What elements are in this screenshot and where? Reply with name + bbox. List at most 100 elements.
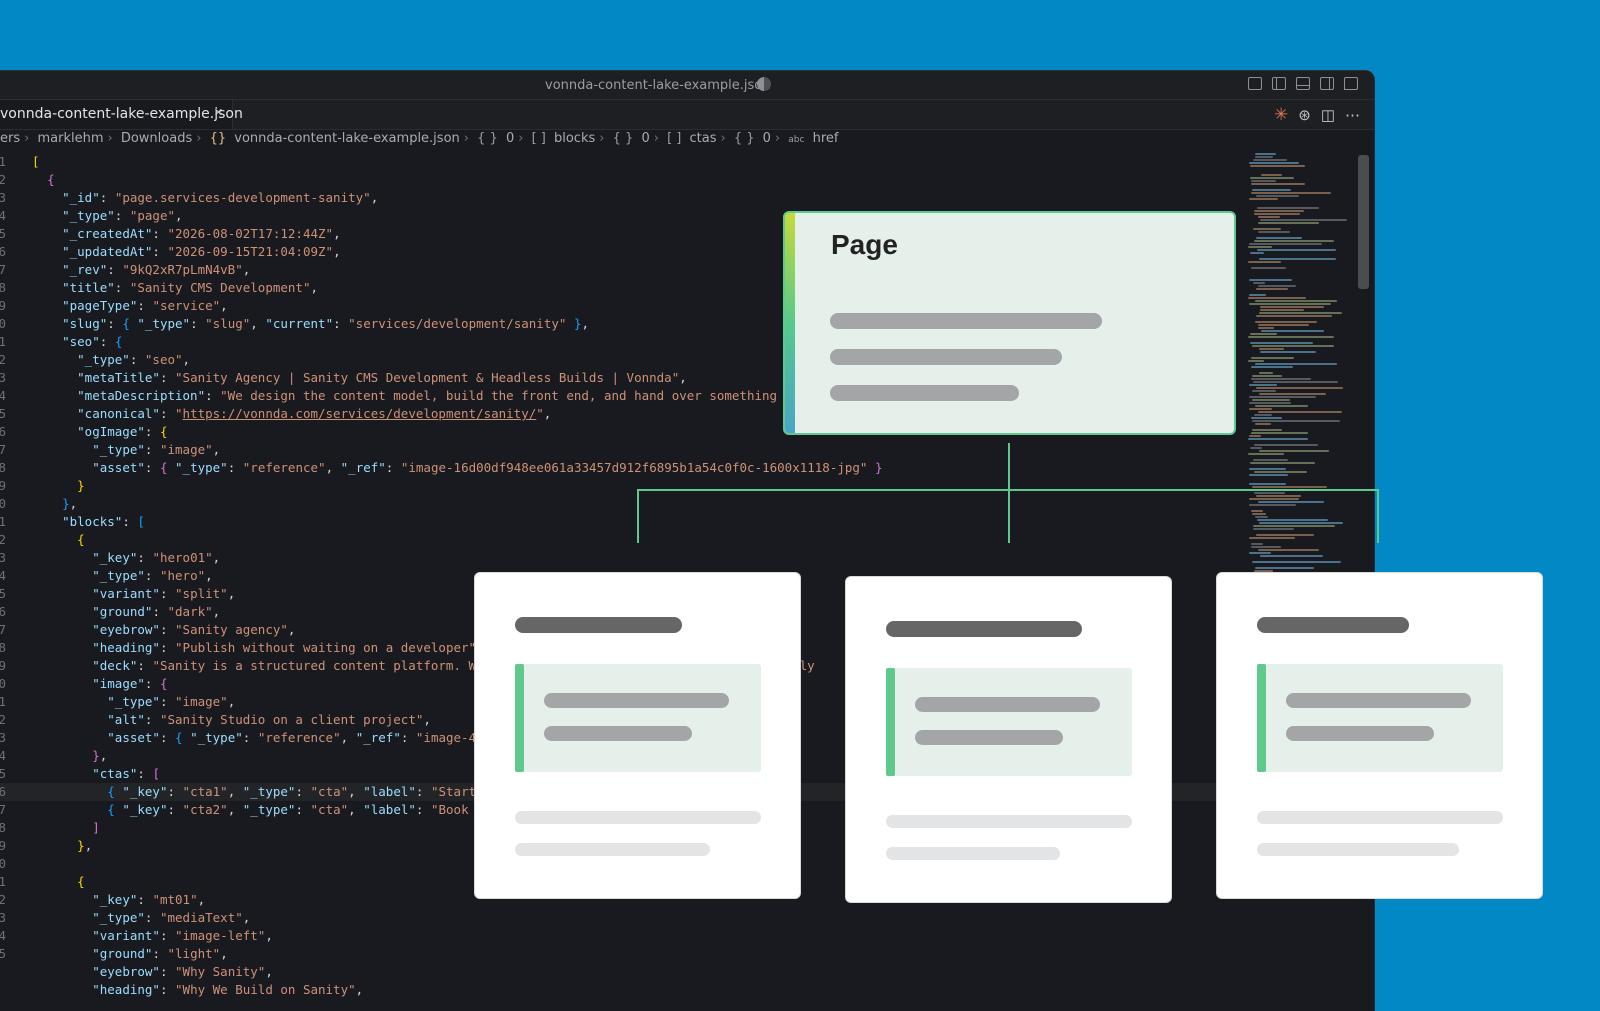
- block-card-stripe: [1257, 664, 1266, 772]
- minimap-row: [1252, 390, 1276, 392]
- minimap-row: [1251, 543, 1263, 545]
- openai-icon[interactable]: ⊛: [1298, 106, 1311, 124]
- block-card: [474, 572, 801, 899]
- chat-icon[interactable]: [1344, 77, 1358, 90]
- close-icon[interactable]: ×: [214, 104, 223, 121]
- block-card-stripe: [886, 668, 895, 776]
- line-number: 1: [0, 513, 6, 531]
- minimap-row: [1254, 240, 1334, 242]
- code-line: 7 "_type": "image",: [0, 441, 1234, 459]
- minimap-row: [1252, 375, 1282, 377]
- minimap-row: [1259, 312, 1342, 314]
- breadcrumb-item[interactable]: href: [813, 131, 839, 146]
- breadcrumb-item[interactable]: Downloads: [121, 131, 192, 146]
- breadcrumb-item[interactable]: marklehm: [37, 131, 103, 146]
- line-number: 1: [0, 873, 6, 891]
- minimap-row: [1249, 498, 1299, 500]
- toggle-primary-sidebar-icon[interactable]: [1272, 77, 1286, 90]
- minimap-row: [1252, 513, 1266, 515]
- placeholder-bar: [915, 730, 1063, 745]
- tab-json-file[interactable]: vonnda-content-lake-example.json ×: [0, 100, 243, 129]
- tab-label: vonnda-content-lake-example.json: [0, 106, 243, 122]
- code-line: 3 "_type": "mediaText",: [0, 909, 1234, 927]
- minimap-row: [1255, 516, 1268, 518]
- minimap-row: [1248, 261, 1281, 263]
- line-number: 8: [0, 819, 6, 837]
- customize-layout-icon[interactable]: [1248, 77, 1262, 90]
- minimap-row: [1259, 450, 1329, 452]
- minimap-row: [1258, 285, 1296, 287]
- line-number: 6: [0, 603, 6, 621]
- split-editor-icon[interactable]: ◫: [1321, 106, 1335, 124]
- minimap-row: [1249, 279, 1292, 281]
- minimap-row: [1254, 414, 1272, 416]
- minimap-row: [1252, 345, 1334, 347]
- minimap-row: [1249, 504, 1296, 506]
- minimap-row: [1249, 552, 1271, 554]
- line-number: 3: [0, 549, 6, 567]
- minimap-row: [1252, 420, 1340, 422]
- minimap-row: [1249, 198, 1278, 200]
- toggle-panel-icon[interactable]: [1296, 77, 1310, 90]
- page-node-title: Page: [831, 229, 898, 260]
- minimap-row: [1255, 156, 1273, 158]
- minimap-row: [1259, 372, 1273, 374]
- line-number: 4: [0, 207, 6, 225]
- line-number: 3: [0, 189, 6, 207]
- copilot-icon[interactable]: [757, 77, 771, 91]
- scrollbar-thumb[interactable]: [1358, 155, 1369, 289]
- code-line: 8 "asset": { "_type": "reference", "_ref…: [0, 459, 1234, 477]
- minimap-row: [1258, 501, 1324, 503]
- layout-controls: [1248, 77, 1358, 90]
- minimap-row: [1257, 207, 1319, 209]
- minimap-row: [1250, 447, 1262, 449]
- block-card-heading: [886, 621, 1082, 637]
- breadcrumb-item[interactable]: 0: [506, 131, 514, 146]
- breadcrumb-item[interactable]: ers: [0, 131, 20, 146]
- editor-actions: ✳ ⊛ ◫ ⋯: [1274, 105, 1360, 125]
- minimap-row: [1249, 537, 1295, 539]
- line-number: 1: [0, 153, 6, 171]
- minimap-row: [1254, 210, 1304, 212]
- minimap-row: [1255, 567, 1314, 569]
- more-actions-icon[interactable]: ⋯: [1345, 106, 1360, 124]
- minimap-row: [1251, 357, 1294, 359]
- line-number: 6: [0, 423, 6, 441]
- minimap-row: [1248, 453, 1284, 455]
- minimap-row: [1253, 528, 1294, 530]
- block-card: [1216, 572, 1543, 899]
- placeholder-bar: [544, 726, 692, 741]
- line-number: 3: [0, 729, 6, 747]
- minimap-row: [1248, 246, 1272, 248]
- minimap[interactable]: [1248, 153, 1360, 643]
- line-number: 0: [0, 675, 6, 693]
- breadcrumb-item[interactable]: 0: [763, 131, 771, 146]
- object-icon: { }: [733, 131, 755, 146]
- minimap-row: [1250, 342, 1313, 344]
- placeholder-bar: [830, 313, 1102, 329]
- code-line: 1[: [0, 153, 1234, 171]
- code-line: 2 {: [0, 531, 1234, 549]
- minimap-row: [1258, 411, 1342, 413]
- breadcrumb-item[interactable]: vonnda-content-lake-example.json: [234, 131, 460, 146]
- claude-icon[interactable]: ✳: [1274, 105, 1288, 125]
- minimap-row: [1259, 522, 1343, 524]
- minimap-row: [1253, 159, 1287, 161]
- array-icon: [ ]: [667, 131, 682, 146]
- minimap-row: [1249, 474, 1288, 476]
- toggle-secondary-sidebar-icon[interactable]: [1320, 77, 1334, 90]
- breadcrumb-item[interactable]: ctas: [689, 131, 716, 146]
- placeholder-line: [886, 847, 1060, 860]
- object-icon: { }: [612, 131, 634, 146]
- minimap-row: [1256, 387, 1343, 389]
- minimap-row: [1260, 309, 1304, 311]
- breadcrumb-item[interactable]: 0: [641, 131, 649, 146]
- line-number: 0: [0, 855, 6, 873]
- window-title: vonnda-content-lake-example.json: [545, 78, 771, 93]
- line-number: 7: [0, 621, 6, 639]
- minimap-row: [1260, 351, 1316, 353]
- breadcrumb-item[interactable]: blocks: [554, 131, 595, 146]
- minimap-row: [1251, 510, 1263, 512]
- minimap-row: [1251, 378, 1311, 380]
- minimap-row: [1249, 468, 1286, 470]
